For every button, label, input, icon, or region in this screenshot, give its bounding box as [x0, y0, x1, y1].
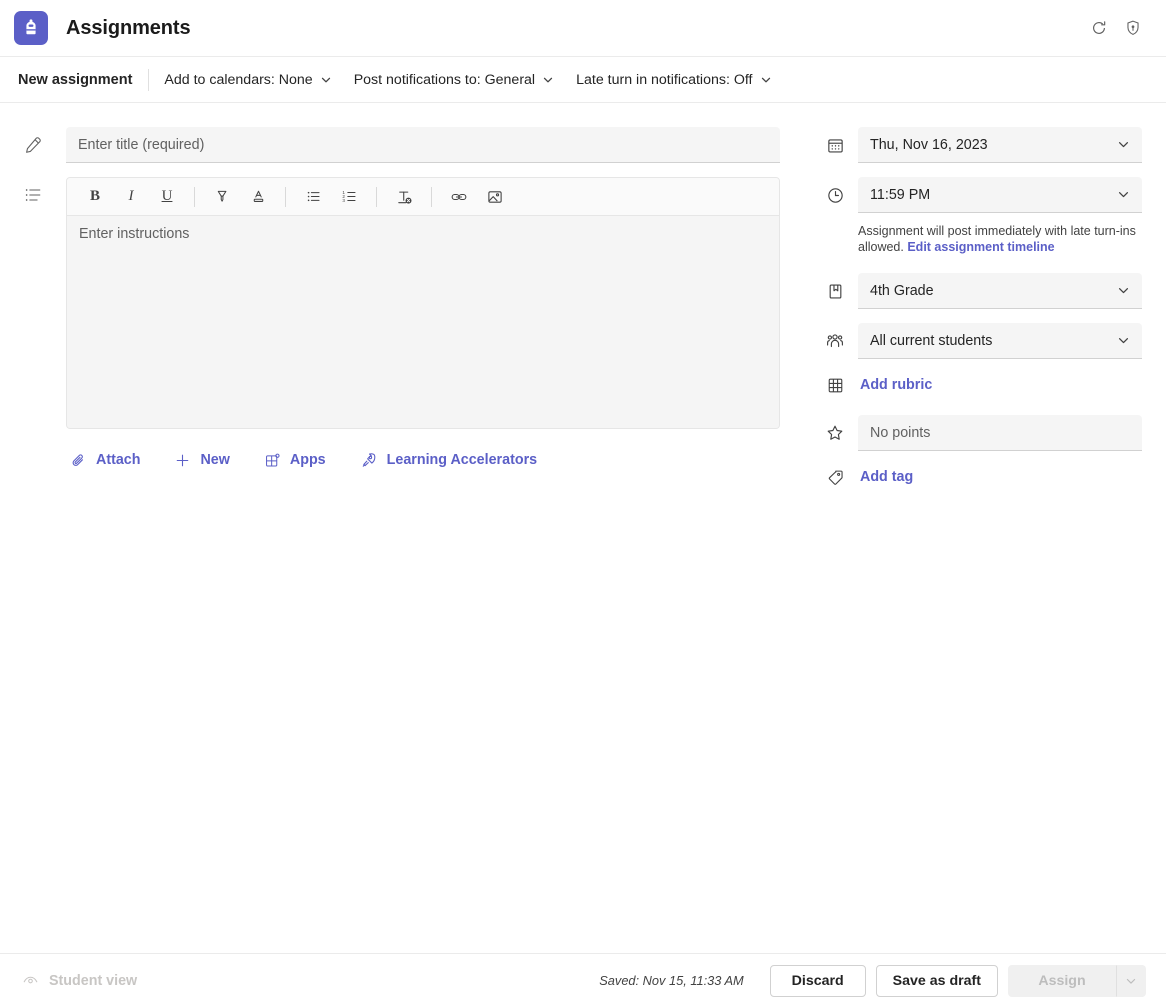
chevron-down-icon — [1117, 334, 1130, 347]
due-date-dropdown[interactable]: Thu, Nov 16, 2023 — [858, 127, 1142, 163]
new-label: New — [200, 452, 229, 468]
chevron-down-icon — [542, 74, 554, 86]
star-icon — [812, 423, 858, 443]
chevron-down-icon — [1125, 975, 1137, 987]
attachment-actions: Attach New — [0, 447, 812, 473]
underline-icon[interactable]: U — [152, 183, 182, 211]
clear-formatting-icon[interactable] — [389, 183, 419, 211]
backpack-icon — [14, 11, 48, 45]
late-turn-in-label: Late turn in notifications: Off — [576, 72, 752, 88]
page-title: Assignments — [66, 17, 191, 40]
rocket-icon — [360, 451, 378, 469]
chevron-down-icon — [1117, 138, 1130, 151]
people-icon — [812, 331, 858, 351]
plus-icon — [174, 452, 191, 469]
assign-button[interactable]: Assign — [1008, 965, 1116, 997]
due-time-row: 11:59 PM — [812, 177, 1142, 213]
apps-grid-icon — [264, 452, 281, 469]
link-icon[interactable] — [444, 183, 474, 211]
apps-label: Apps — [290, 452, 326, 468]
toolbar-divider — [431, 187, 432, 207]
bulleted-list-icon[interactable] — [298, 183, 328, 211]
shield-key-icon[interactable] — [1118, 13, 1148, 43]
command-bar: New assignment Add to calendars: None Po… — [0, 57, 1166, 103]
toolbar-divider — [376, 187, 377, 207]
learning-accelerators-button[interactable]: Learning Accelerators — [356, 447, 541, 473]
edit-assignment-timeline-link[interactable]: Edit assignment timeline — [907, 240, 1054, 254]
bold-icon[interactable]: B — [80, 183, 110, 211]
app-header: Assignments — [0, 0, 1166, 57]
font-color-icon[interactable] — [243, 183, 273, 211]
paperclip-icon — [70, 452, 87, 469]
title-field-row — [0, 127, 812, 163]
refresh-icon[interactable] — [1084, 13, 1114, 43]
assignment-settings-column: Thu, Nov 16, 2023 11:59 PM — [812, 103, 1166, 953]
rubric-row: Add rubric — [812, 373, 1142, 397]
due-date-row: Thu, Nov 16, 2023 — [812, 127, 1142, 163]
new-assignment-title: New assignment — [16, 72, 148, 88]
post-notifications-label: Post notifications to: General — [354, 72, 535, 88]
student-view-label: Student view — [49, 973, 137, 989]
attach-button[interactable]: Attach — [66, 448, 144, 473]
list-icon — [0, 163, 66, 205]
svg-text:3: 3 — [342, 198, 345, 203]
post-notifications-dropdown[interactable]: Post notifications to: General — [343, 67, 565, 93]
instructions-input[interactable]: Enter instructions — [67, 216, 779, 428]
chevron-down-icon — [1117, 284, 1130, 297]
discard-button[interactable]: Discard — [770, 965, 866, 997]
student-view-button[interactable]: Student view — [22, 972, 137, 989]
pencil-icon — [0, 127, 66, 155]
save-as-draft-button[interactable]: Save as draft — [876, 965, 998, 997]
students-row: All current students — [812, 323, 1142, 359]
assignment-title-input[interactable] — [66, 127, 780, 163]
add-tag-button[interactable]: Add tag — [858, 465, 915, 489]
attach-label: Attach — [96, 452, 140, 468]
numbered-list-icon[interactable]: 1 2 3 — [334, 183, 364, 211]
rich-text-toolbar: B I U — [67, 178, 779, 216]
clock-icon — [812, 186, 858, 205]
chevron-down-icon — [320, 74, 332, 86]
instructions-field-row: B I U — [0, 163, 812, 429]
saved-status: Saved: Nov 15, 11:33 AM — [599, 973, 743, 988]
assign-options-button[interactable] — [1116, 965, 1146, 997]
assignment-body: B I U — [0, 103, 1166, 953]
toolbar-divider — [194, 187, 195, 207]
students-dropdown[interactable]: All current students — [858, 323, 1142, 359]
tag-row: Add tag — [812, 465, 1142, 489]
points-value: No points — [870, 425, 930, 441]
timeline-note: Assignment will post immediately with la… — [858, 223, 1142, 255]
add-to-calendars-dropdown[interactable]: Add to calendars: None — [153, 67, 342, 93]
apps-button[interactable]: Apps — [260, 448, 330, 473]
due-date-value: Thu, Nov 16, 2023 — [870, 137, 988, 153]
due-time-value: 11:59 PM — [870, 187, 930, 203]
instructions-editor: B I U — [66, 177, 780, 429]
toolbar-divider — [285, 187, 286, 207]
students-value: All current students — [870, 333, 992, 349]
add-rubric-button[interactable]: Add rubric — [858, 373, 934, 397]
command-bar-divider — [148, 69, 149, 91]
book-bookmark-icon — [812, 282, 858, 301]
chevron-down-icon — [1117, 188, 1130, 201]
tag-icon — [812, 468, 858, 487]
class-value: 4th Grade — [870, 283, 934, 299]
image-icon[interactable] — [480, 183, 510, 211]
highlight-icon[interactable] — [207, 183, 237, 211]
due-time-dropdown[interactable]: 11:59 PM — [858, 177, 1142, 213]
points-row: No points — [812, 415, 1142, 451]
late-turn-in-notifications-dropdown[interactable]: Late turn in notifications: Off — [565, 67, 782, 93]
chevron-down-icon — [760, 74, 772, 86]
points-input[interactable]: No points — [858, 415, 1142, 451]
assignment-main-column: B I U — [0, 103, 812, 953]
assignments-app: Assignments New assignment Add to calend… — [0, 0, 1166, 1007]
class-row: 4th Grade — [812, 273, 1142, 309]
calendar-icon — [812, 136, 858, 155]
class-dropdown[interactable]: 4th Grade — [858, 273, 1142, 309]
eye-icon — [22, 972, 39, 989]
learning-accelerators-label: Learning Accelerators — [387, 452, 537, 468]
grid-table-icon — [812, 376, 858, 395]
add-to-calendars-label: Add to calendars: None — [164, 72, 312, 88]
new-button[interactable]: New — [170, 448, 233, 473]
italic-icon[interactable]: I — [116, 183, 146, 211]
assignment-footer: Student view Saved: Nov 15, 11:33 AM Dis… — [0, 953, 1166, 1007]
